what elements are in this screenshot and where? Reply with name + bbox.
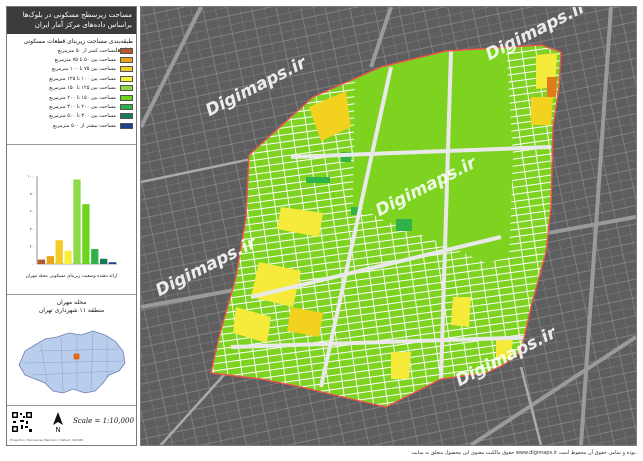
legend-header: طبقه‌بندی مساحت زیربنای قطعات مسکونی بلو… (23, 38, 133, 54)
legend-rows: مساحت کمتر از ۵۰ مترمربع مساحت بین ۵۰ تا … (10, 46, 133, 131)
legend-swatch (120, 47, 133, 54)
legend-item: مساحت بین ۲۰۰ تا ۳۰۰ مترمربع (10, 102, 133, 111)
y-tick-label: ۱۰۰ (28, 174, 34, 179)
map-title: مساحت زیرسطح مسکونی در بلوک‌ها (22, 11, 132, 19)
legend-label: مساحت بیشتر از ۵۰۰ مترمربع (53, 122, 116, 129)
locator-title-line: محله مهران (56, 299, 87, 306)
histogram-bar (46, 256, 54, 264)
qr-code-icon (11, 411, 33, 433)
chart-caption: ارائه دهنده وضعیت زیربنای مسکونی محله مه… (25, 274, 118, 279)
histogram-bar (73, 179, 81, 264)
histogram-bar (55, 240, 63, 264)
y-tick-label: ۴۰ (30, 226, 34, 231)
legend-label: مساحت بین ۱۵۰ تا ۲۰۰ مترمربع (49, 94, 116, 101)
locator-subtitle-line: منطقه ۱۱ شهرداری تهران (38, 307, 105, 314)
locator-title: محله مهران منطقه ۱۱ شهرداری تهران (7, 296, 136, 315)
legend-label: مساحت بین ۱۰۰ تا ۱۲۵ مترمربع (49, 75, 116, 82)
map-subtitle: براساس داده‌های مرکز آمار ایران (34, 21, 132, 29)
histogram-bar (64, 250, 72, 264)
block-orange (547, 77, 557, 97)
map-frame[interactable]: Digimaps.ir Digimaps.ir Digimaps.ir Digi… (140, 6, 637, 446)
block-dark-green-1 (396, 219, 412, 231)
legend-label: مساحت بین ۵۰ تا ۷۵ مترمربع (54, 57, 116, 64)
legend-panel: مساحت زیرسطح مسکونی در بلوک‌ها براساس دا… (6, 6, 137, 446)
legend-swatch (120, 75, 133, 82)
legend-swatch (120, 94, 133, 101)
legend-swatch (120, 66, 133, 73)
legend-item: مساحت بین ۵۰ تا ۷۵ مترمربع (10, 55, 133, 64)
histogram-bar (91, 249, 99, 264)
legend-swatch (120, 113, 133, 120)
legend-item: مساحت کمتر از ۵۰ مترمربع (10, 46, 133, 55)
legend-label: مساحت کمتر از ۵۰ مترمربع (57, 47, 116, 54)
credits-text: Projection: Transverse Mercator / Datum:… (10, 438, 84, 442)
legend-item: مساحت بین ۱۵۰ تا ۲۰۰ مترمربع (10, 93, 133, 102)
map-title-box: مساحت زیرسطح مسکونی در بلوک‌ها براساس دا… (7, 7, 136, 34)
block-yellow-9 (391, 352, 411, 379)
histogram-bar (108, 262, 117, 264)
block-yellow-7 (531, 97, 553, 125)
block-yellow-8 (451, 297, 471, 327)
legend-item: مساحت بین ۱۲۵ تا ۱۵۰ مترمربع (10, 84, 133, 93)
y-tick-label: ۶۰ (30, 209, 34, 214)
histogram-box: ۰ ۲۰ ۴۰ ۶۰ ۸۰ ۱۰۰ ارائه دهنده وضعیت زیربنای م… (7, 146, 136, 295)
histogram-bar (82, 204, 90, 264)
legend-swatch (120, 85, 133, 92)
histogram-bar (37, 259, 46, 264)
neighbourhood-marker (73, 353, 80, 360)
legend-item: مساحت بیشتر از ۵۰۰ مترمربع (10, 121, 133, 130)
map-sheet: مساحت زیرسطح مسکونی در بلوک‌ها براساس دا… (0, 0, 643, 461)
histogram-bar (100, 258, 108, 264)
legend-swatch (120, 104, 133, 111)
histogram-chart: ۰ ۲۰ ۴۰ ۶۰ ۸۰ ۱۰۰ (28, 174, 117, 267)
y-tick-label: ۸۰ (30, 191, 34, 196)
legend-label: مساحت بین ۳۰۰ تا ۵۰۰ مترمربع (49, 113, 116, 120)
svg-text:N: N (55, 426, 60, 433)
legend-item: مساحت بین ۷۵ تا ۱۰۰ مترمربع (10, 65, 133, 74)
footer-credits: حقوق مالکیت معنوی این محصول متعلق به سای… (411, 450, 637, 456)
legend-label: مساحت بین ۷۵ تا ۱۰۰ مترمربع (51, 66, 116, 73)
legend-swatch (120, 122, 133, 129)
y-tick-label: ۰ (32, 262, 34, 267)
legend-item: مساحت بین ۱۰۰ تا ۱۲۵ مترمربع (10, 74, 133, 83)
block-dark-green-4 (306, 177, 330, 183)
locator-map (11, 321, 132, 403)
legend-label: مساحت بین ۲۰۰ تا ۳۰۰ مترمربع (49, 104, 116, 111)
north-arrow-icon: N (53, 412, 63, 433)
y-tick-label: ۲۰ (30, 244, 34, 249)
scale-box: N Scale = 1:10,000 Projection: Transvers… (7, 407, 136, 445)
legend-item: مساحت بین ۳۰۰ تا ۵۰۰ مترمربع (10, 112, 133, 121)
locator-map-box: محله مهران منطقه ۱۱ شهرداری تهران (7, 296, 136, 406)
legend: طبقه‌بندی مساحت زیربنای قطعات مسکونی بلو… (7, 35, 136, 145)
legend-label: مساحت بین ۱۲۵ تا ۱۵۰ مترمربع (49, 85, 116, 92)
scale-label: Scale = 1:10,000 (73, 417, 134, 425)
map-canvas[interactable] (141, 7, 636, 445)
legend-swatch (120, 57, 133, 64)
